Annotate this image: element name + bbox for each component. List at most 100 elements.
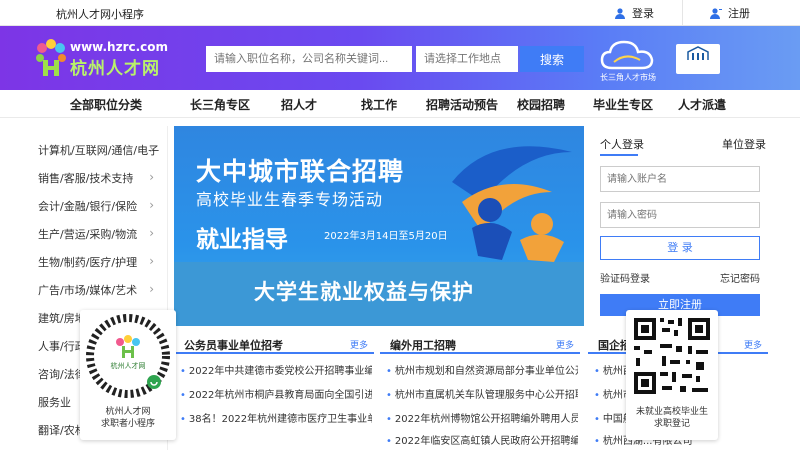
top-login-link[interactable]: 登录 [614,5,654,21]
logo-url: www.hzrc.com [70,40,169,54]
chevron-right-icon: › [149,198,154,212]
nav-talent-dispatch[interactable]: 人才派遣 [678,96,726,113]
contract-hiring-panel: 编外用工招聘 更多 • 杭州市规划和自然资源局部分事业单位公开... • 杭州市直属… [380,332,580,450]
top-login-label: 登录 [632,7,654,20]
nav-campus-recruit[interactable]: 校园招聘 [517,96,565,113]
list-item[interactable]: •38名！2022年杭州建德市医疗卫生事业单位... [180,410,372,425]
mini-program-caption-line1: 杭州人才网 [105,407,151,417]
chevron-right-icon: › [149,254,154,268]
bullet-icon: • [594,366,600,377]
sidebar-item-medical[interactable]: 生物/制药/医疗/护理 › [38,254,164,274]
logo-name: 杭州人才网 [70,59,160,79]
bullet-icon: • [386,436,392,447]
sms-login-link[interactable]: 验证码登录 [600,270,650,285]
panel-header: 公务员事业单位招考 更多 [174,332,374,354]
header: www.hzrc.com 杭州人才网 搜索 长三角人才市场 [0,26,800,90]
sidebar-item-sales[interactable]: 销售/客服/技术支持 › [38,170,164,190]
panel-title: 公务员事业单位招考 [184,339,283,352]
panel-title: 编外用工招聘 [390,339,456,352]
bullet-icon: • [594,436,600,447]
qr-caption-line1: 未就业高校毕业生 [635,407,708,417]
login-button[interactable]: 登 录 [600,236,760,260]
nav-yrd-zone[interactable]: 长三角专区 [190,96,250,113]
yrd-talent-market-logo[interactable]: 长三角人才市场 [592,38,664,86]
list-item[interactable]: • 杭州市规划和自然资源局部分事业单位公开... [386,362,578,377]
bullet-icon: • [180,366,186,377]
banner-headline: 大中城市联合招聘 [196,157,405,186]
tab-company-login[interactable]: 单位登录 [722,136,766,152]
list-item[interactable]: •2022年杭州市桐庐县教育局面向全国引进名... [180,386,372,401]
mini-program-caption: 杭州人才网 求职者小程序 [80,406,176,430]
chevron-right-icon: › [149,282,154,296]
emblem-logo [676,44,720,74]
qr-code-icon [632,316,712,396]
list-item-text: 2022年中共建德市委党校公开招聘事业编制... [188,366,372,377]
celebrating-figure-icon [452,146,572,262]
yrd-label: 长三角人才市场 [600,73,656,82]
nav-hire-talent[interactable]: 招人才 [281,96,317,113]
forgot-password-link[interactable]: 忘记密码 [720,270,760,285]
tab-personal-login[interactable]: 个人登录 [600,136,644,152]
banner-career-guide: 就业指导 [196,227,288,253]
bullet-icon: • [594,390,600,401]
chevron-right-icon: › [149,226,154,240]
nav-all-categories[interactable]: 全部职位分类 [70,96,142,113]
banner-rights-title: 大学生就业权益与保护 [254,280,474,304]
sidebar-item-label: 销售/客服/技术支持 [38,172,134,185]
sidebar-item-label: 会计/金融/银行/保险 [38,200,138,213]
list-item[interactable]: •2022年中共建德市委党校公开招聘事业编制... [180,362,372,377]
user-add-icon [710,8,722,19]
top-register-link[interactable]: 注册 [710,5,750,21]
sidebar-item-it[interactable]: 计算机/互联网/通信/电子 › [38,142,164,162]
more-link[interactable]: 更多 [556,338,574,351]
bullet-icon: • [180,390,186,401]
graduate-register-qr-popup[interactable]: 未就业高校毕业生 求职登记 [626,310,718,440]
top-divider [682,0,683,26]
password-input[interactable] [600,202,760,228]
bullet-icon: • [386,414,392,425]
more-link[interactable]: 更多 [744,338,762,351]
list-item[interactable]: •2022年杭州博物馆公开招聘编外聘用人员公告 [386,410,578,425]
mini-program-popup[interactable]: 杭州人才网 杭州人才网 求职者小程序 [80,310,176,440]
site-logo[interactable]: www.hzrc.com 杭州人才网 [34,38,184,82]
login-panel: 个人登录 单位登录 登 录 验证码登录 忘记密码 立即注册 [590,126,768,326]
list-item-text: 杭州市规划和自然资源局部分事业单位公开... [394,366,578,377]
sidebar-item-label: 计算机/互联网/通信/电子 [38,144,160,157]
bullet-icon: • [386,366,392,377]
promo-banner[interactable]: 大中城市联合招聘 高校毕业生春季专场活动 就业指导 2022年3月14日至5月2… [174,126,584,326]
list-item-text: 2022年临安区高虹镇人民政府公开招聘编外... [394,436,578,447]
keyword-search-input[interactable] [206,46,412,72]
account-input[interactable] [600,166,760,192]
top-register-label: 注册 [728,7,750,20]
user-icon [615,8,625,19]
mini-program-caption-line2: 求职者小程序 [100,419,155,429]
list-item[interactable]: •2022年临安区高虹镇人民政府公开招聘编外... [386,432,578,447]
active-tab-indicator [600,154,638,156]
logo-tree-icon [36,39,66,76]
list-item-text: 2022年杭州博物馆公开招聘编外聘用人员公告 [394,414,578,425]
more-link[interactable]: 更多 [350,338,368,351]
list-item-text: 杭州市直属机关车队管理服务中心公开招聘... [394,390,578,401]
nav-graduate-zone[interactable]: 毕业生专区 [593,96,653,113]
sidebar-item-finance[interactable]: 会计/金融/银行/保险 › [38,198,164,218]
list-item-text: 2022年杭州市桐庐县教育局面向全国引进名... [188,390,372,401]
banner-subheadline: 高校毕业生春季专场活动 [196,190,384,209]
nav-recruit-events[interactable]: 招聘活动预告 [426,96,498,113]
search-button[interactable]: 搜索 [520,46,584,72]
banner-date: 2022年3月14日至5月20日 [324,231,448,242]
bullet-icon: • [594,414,600,425]
main-nav: 全部职位分类 长三角专区 招人才 找工作 招聘活动预告 校园招聘 毕业生专区 人… [0,90,800,118]
sidebar-item-label: 生物/制药/医疗/护理 [38,256,138,269]
location-input[interactable] [416,46,518,72]
sidebar-item-label: 生产/营运/采购/物流 [38,228,138,241]
sidebar-item-production[interactable]: 生产/营运/采购/物流 › [38,226,164,246]
building-icon [687,46,709,60]
qr-caption: 未就业高校毕业生 求职登记 [626,406,718,430]
sidebar-item-label: 服务业 [38,396,71,409]
sidebar-item-media[interactable]: 广告/市场/媒体/艺术 › [38,282,164,302]
list-item-text: 38名！2022年杭州建德市医疗卫生事业单位... [188,414,372,425]
mini-program-link[interactable]: 杭州人才网小程序 [56,6,144,22]
cloud-icon [600,40,654,70]
list-item[interactable]: • 杭州市直属机关车队管理服务中心公开招聘... [386,386,578,401]
nav-find-job[interactable]: 找工作 [361,96,397,113]
